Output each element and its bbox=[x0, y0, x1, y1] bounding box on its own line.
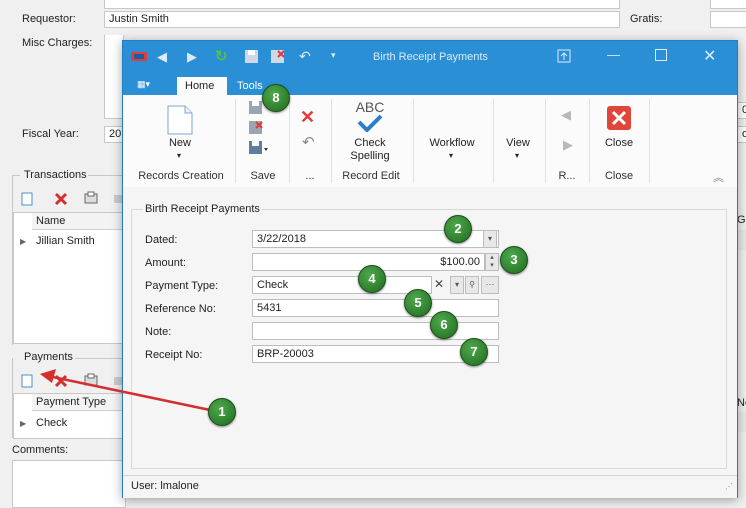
callout-6: 6 bbox=[430, 311, 458, 339]
callout-2: 2 bbox=[444, 215, 472, 243]
callout-4: 4 bbox=[358, 265, 386, 293]
callout-arrow bbox=[47, 374, 211, 412]
annotation-arrow-layer bbox=[40, 369, 211, 412]
callout-1: 1 bbox=[208, 398, 236, 426]
callout-7: 7 bbox=[460, 338, 488, 366]
callout-arrowhead bbox=[40, 369, 56, 383]
callout-8: 8 bbox=[262, 84, 290, 112]
callout-3: 3 bbox=[500, 246, 528, 274]
callout-5: 5 bbox=[404, 289, 432, 317]
